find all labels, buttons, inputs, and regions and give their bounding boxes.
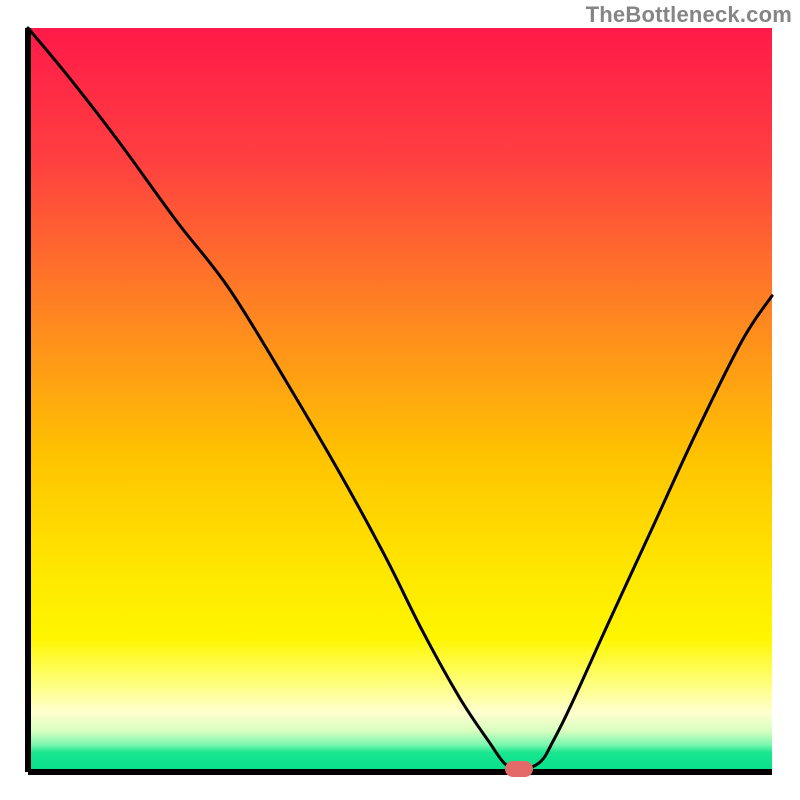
optimal-marker — [505, 761, 533, 777]
bottleneck-chart — [0, 0, 800, 800]
gradient-background — [28, 28, 772, 772]
chart-container: TheBottleneck.com — [0, 0, 800, 800]
